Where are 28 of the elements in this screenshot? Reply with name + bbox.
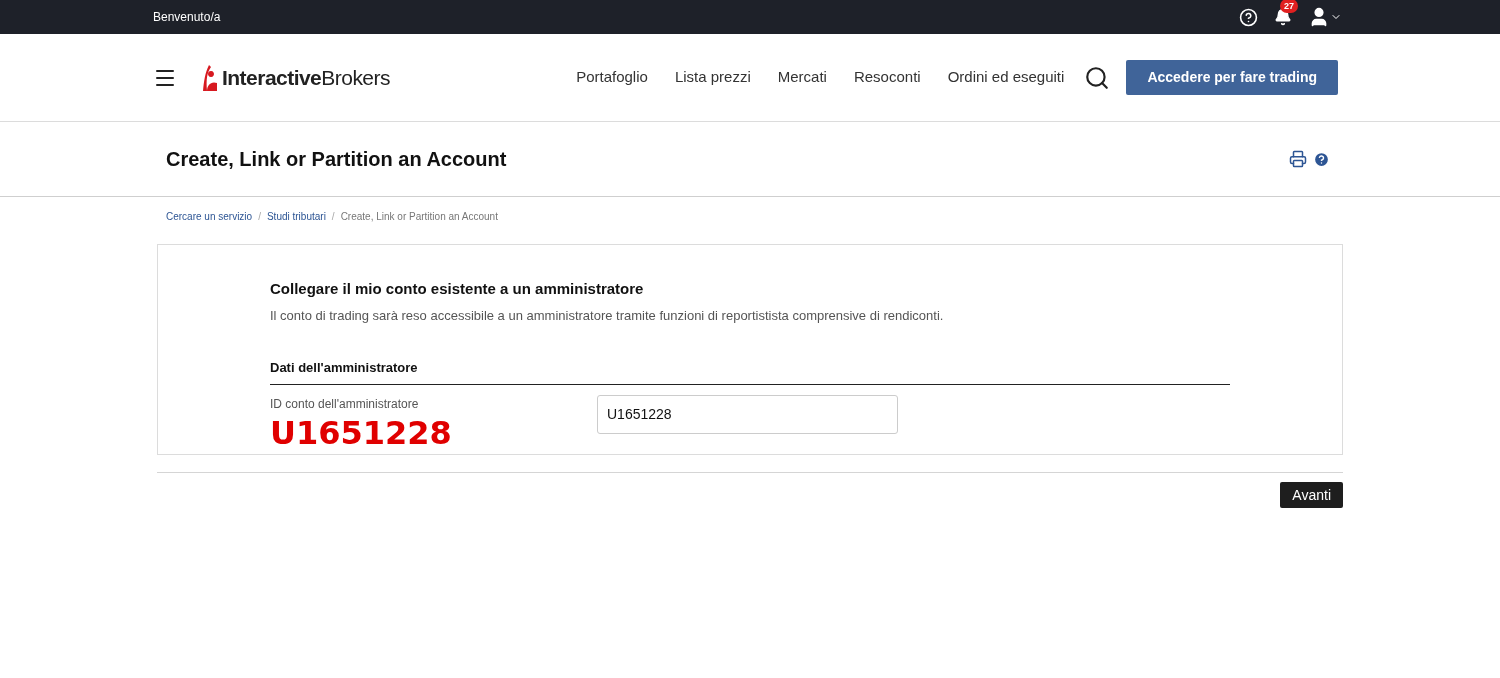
nav-link[interactable]: Portafoglio xyxy=(576,66,648,89)
section-heading: Dati dell'amministratore xyxy=(270,358,1230,385)
breadcrumb-separator: / xyxy=(331,210,335,224)
trade-button[interactable]: Accedere per fare trading xyxy=(1126,60,1338,95)
breadcrumb-link[interactable]: Cercare un servizio xyxy=(166,209,253,224)
nav-link[interactable]: Ordini ed eseguiti xyxy=(947,66,1065,89)
logo-icon xyxy=(203,64,219,91)
breadcrumb-current: Create, Link or Partition an Account xyxy=(340,210,498,224)
bell-icon[interactable] xyxy=(1274,8,1292,26)
annotation-text: U1651228 xyxy=(270,412,453,453)
notification-count: 27 xyxy=(1280,0,1298,13)
field-label: ID conto dell'amministratore xyxy=(270,395,420,413)
page-title: Create, Link or Partition an Account xyxy=(166,147,508,172)
nav-link[interactable]: Mercati xyxy=(777,66,827,89)
breadcrumb-link[interactable]: Studi tributari xyxy=(266,209,326,224)
nav-link[interactable]: Lista prezzi xyxy=(674,66,751,89)
welcome-text: Benvenuto/a xyxy=(153,9,221,26)
print-icon[interactable] xyxy=(1289,150,1307,168)
logo-text: InteractiveBrokers xyxy=(222,64,390,91)
breadcrumb-separator: / xyxy=(258,210,261,224)
account-id-field[interactable]: U1651228 xyxy=(597,394,898,434)
nav-link[interactable]: Resoconti xyxy=(853,66,921,89)
form-heading: Collegare il mio conto esistente a un amministratore xyxy=(270,279,645,299)
form-description: Il conto di trading sarà reso accessibile a un amministratore tramite funzioni di reportistista comprensive di rendiconti. xyxy=(270,306,945,325)
search-icon[interactable] xyxy=(1084,64,1111,91)
next-button[interactable]: Avanti xyxy=(1280,482,1343,508)
help-icon[interactable] xyxy=(1239,7,1258,27)
help-icon[interactable] xyxy=(1313,150,1330,168)
